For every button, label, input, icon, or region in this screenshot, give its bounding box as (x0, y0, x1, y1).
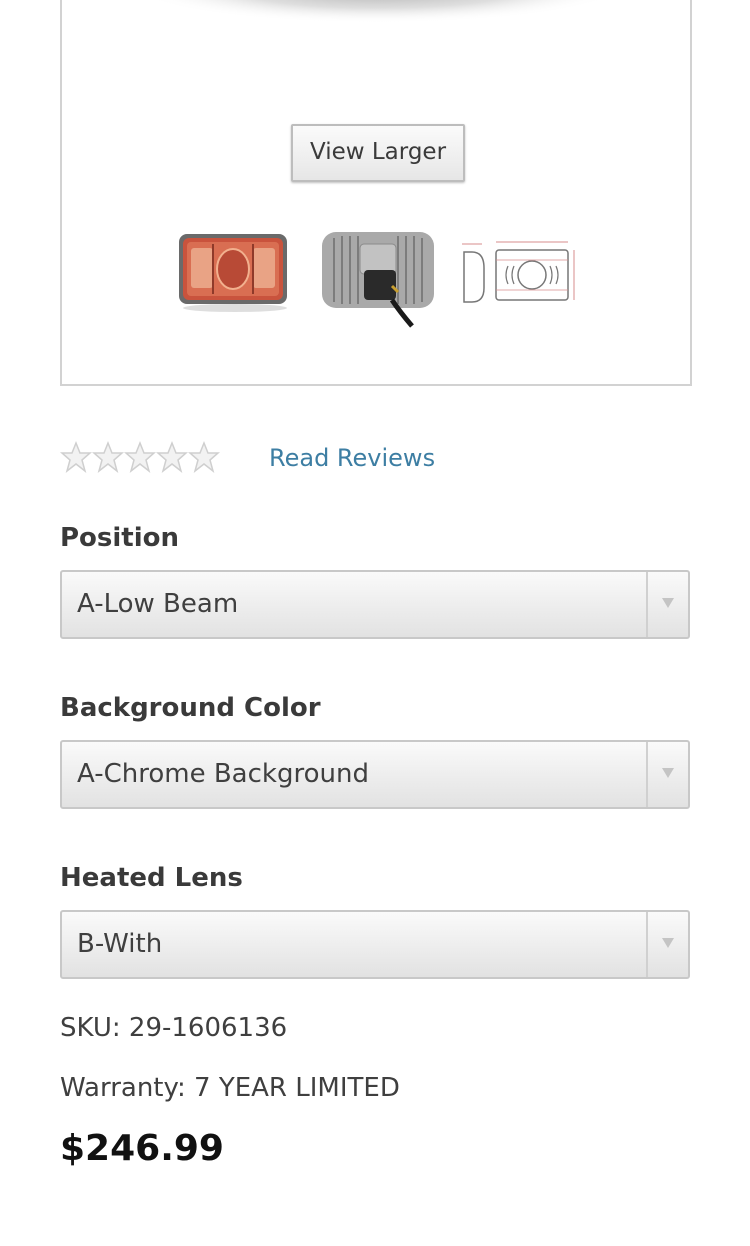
star-rating (60, 440, 220, 474)
headlight-back-icon (322, 232, 434, 328)
main-product-image[interactable] (122, 0, 634, 38)
heated-lens-select-toggle[interactable] (646, 912, 688, 977)
chevron-down-icon (662, 937, 674, 948)
heated-lens-select[interactable]: B-With (60, 910, 690, 979)
position-select[interactable]: A-Low Beam (60, 570, 690, 639)
view-larger-button[interactable]: View Larger (291, 124, 465, 182)
position-select-toggle[interactable] (646, 572, 688, 637)
background-color-select-value: A-Chrome Background (77, 759, 369, 789)
read-reviews-link[interactable]: Read Reviews (269, 440, 435, 476)
chevron-down-icon (662, 597, 674, 608)
star-empty-icon (60, 440, 92, 473)
position-label: Position (60, 523, 180, 553)
star-empty-icon (156, 440, 188, 473)
sku-text: SKU: 29-1606136 (60, 1013, 288, 1043)
background-color-select[interactable]: A-Chrome Background (60, 740, 690, 809)
warranty-text: Warranty: 7 YEAR LIMITED (60, 1073, 400, 1103)
background-color-label: Background Color (60, 693, 321, 723)
heated-lens-label: Heated Lens (60, 863, 243, 893)
background-color-select-toggle[interactable] (646, 742, 688, 807)
star-empty-icon (188, 440, 220, 473)
thumbnail-diagram[interactable] (458, 208, 582, 332)
headlight-diagram-icon (462, 241, 575, 303)
heated-lens-select-value: B-With (77, 929, 163, 959)
product-price: $246.99 (60, 1128, 224, 1169)
star-empty-icon (92, 440, 124, 473)
thumbnail-back[interactable] (316, 208, 440, 332)
headlight-front-icon (179, 234, 287, 312)
position-select-value: A-Low Beam (77, 589, 239, 619)
thumbnail-front[interactable] (173, 208, 297, 332)
star-empty-icon (124, 440, 156, 473)
chevron-down-icon (662, 767, 674, 778)
product-gallery: View Larger (60, 0, 692, 386)
